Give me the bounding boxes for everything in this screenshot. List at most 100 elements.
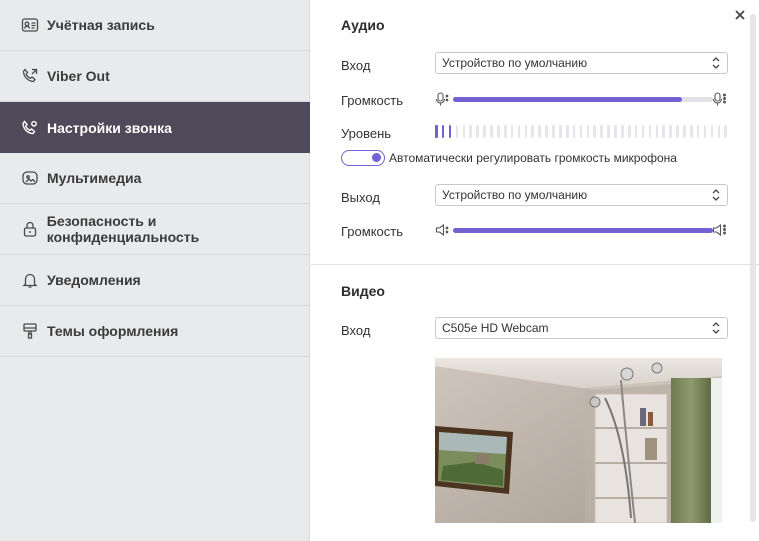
audio-output-value: Устройство по умолчанию	[442, 188, 588, 202]
bell-icon	[20, 270, 40, 290]
video-input-select[interactable]: C505e HD Webcam	[435, 317, 728, 339]
level-bar	[572, 125, 576, 138]
level-bar	[621, 125, 624, 138]
close-icon[interactable]	[733, 8, 747, 22]
mic-high-icon	[713, 92, 726, 106]
chevron-updown-icon	[712, 189, 720, 201]
mic-level-meter	[435, 125, 729, 139]
video-section-title: Видео	[341, 283, 385, 299]
sidebar-item-account[interactable]: Учётная запись	[0, 0, 310, 51]
sidebar-item-media[interactable]: Мультимедиа	[0, 153, 310, 204]
slider-fill	[453, 228, 713, 233]
scrollbar[interactable]	[750, 14, 756, 522]
slider-track	[453, 228, 713, 233]
level-bar	[614, 125, 617, 138]
mic-low-icon	[435, 92, 449, 106]
chevron-updown-icon	[712, 322, 720, 334]
audio-output-label: Выход	[341, 190, 380, 205]
sidebar-item-security[interactable]: Безопасность и конфиденциальность	[0, 204, 310, 255]
level-bar	[531, 125, 535, 138]
level-bar	[538, 125, 541, 138]
audio-section-title: Аудио	[341, 17, 385, 33]
sidebar-item-label: Уведомления	[47, 272, 141, 288]
level-bar	[579, 125, 583, 138]
level-bar	[586, 125, 590, 138]
sidebar-item-notifications[interactable]: Уведомления	[0, 255, 310, 306]
settings-sidebar: Учётная запись Viber Out Настройки звонк…	[0, 0, 310, 541]
level-bar	[689, 125, 693, 138]
call-settings-panel: Аудио Вход Устройство по умолчанию Громк…	[311, 0, 759, 541]
sidebar-item-label: Viber Out	[47, 68, 110, 84]
level-bar	[607, 125, 610, 138]
camera-preview-image	[435, 358, 722, 523]
level-bar	[497, 125, 500, 138]
toggle-knob	[372, 153, 381, 162]
phone-out-icon	[20, 66, 40, 86]
level-bar	[655, 125, 659, 138]
level-bar	[441, 125, 445, 138]
brush-icon	[20, 321, 40, 341]
level-bar	[703, 125, 707, 138]
level-bar	[524, 125, 528, 138]
level-bar	[696, 125, 700, 138]
level-bar	[662, 125, 665, 138]
sidebar-item-label: Настройки звонка	[47, 119, 172, 136]
level-bar	[510, 125, 514, 138]
speaker-high-icon	[713, 223, 726, 237]
video-input-value: C505e HD Webcam	[442, 321, 549, 335]
level-bar	[627, 125, 631, 138]
sidebar-item-themes[interactable]: Темы оформления	[0, 306, 310, 357]
level-bar	[676, 125, 679, 138]
level-bar	[634, 125, 638, 138]
level-bar	[648, 125, 652, 138]
sidebar-item-call-settings[interactable]: Настройки звонка	[0, 102, 310, 153]
level-bar	[483, 125, 486, 138]
level-bar	[717, 125, 721, 138]
level-bar	[448, 125, 452, 138]
output-volume-label: Громкость	[341, 224, 403, 239]
level-bar	[455, 125, 459, 138]
lock-icon	[20, 219, 40, 239]
media-icon	[20, 168, 40, 188]
level-bar	[710, 125, 714, 138]
audio-input-value: Устройство по умолчанию	[442, 56, 588, 70]
level-bar	[476, 125, 479, 138]
auto-gain-label: Автоматически регулировать громкость мик…	[389, 151, 677, 165]
video-input-label: Вход	[341, 323, 371, 338]
sidebar-item-label: Темы оформления	[47, 323, 179, 339]
level-bar	[469, 125, 473, 138]
slider-fill	[453, 97, 682, 102]
camera-preview	[435, 358, 722, 523]
input-volume-slider[interactable]	[435, 91, 729, 107]
level-bar	[435, 125, 438, 138]
audio-input-select[interactable]: Устройство по умолчанию	[435, 52, 728, 74]
audio-input-label: Вход	[341, 58, 371, 73]
sidebar-item-label: Мультимедиа	[47, 170, 142, 186]
level-bar	[517, 125, 521, 138]
output-volume-slider[interactable]	[435, 222, 729, 238]
auto-gain-toggle[interactable]	[341, 150, 385, 166]
sidebar-item-viber-out[interactable]: Viber Out	[0, 51, 310, 102]
level-bar	[641, 125, 645, 138]
slider-track	[453, 97, 713, 102]
account-card-icon	[20, 15, 40, 35]
level-bar	[559, 125, 562, 138]
sidebar-item-label: Учётная запись	[47, 17, 155, 33]
level-bar	[503, 125, 507, 138]
level-bar	[545, 125, 548, 138]
level-bar	[565, 125, 569, 138]
level-bar	[462, 125, 466, 138]
level-bar	[490, 125, 493, 138]
phone-settings-icon	[20, 118, 40, 138]
level-bar	[552, 125, 555, 138]
level-bar	[593, 125, 597, 138]
section-divider	[311, 264, 759, 265]
level-bar	[669, 125, 672, 138]
level-bar	[600, 125, 603, 138]
level-bar	[683, 125, 686, 138]
chevron-updown-icon	[712, 57, 720, 69]
input-volume-label: Громкость	[341, 93, 403, 108]
level-bar	[724, 125, 727, 138]
audio-output-select[interactable]: Устройство по умолчанию	[435, 184, 728, 206]
level-label: Уровень	[341, 126, 392, 141]
